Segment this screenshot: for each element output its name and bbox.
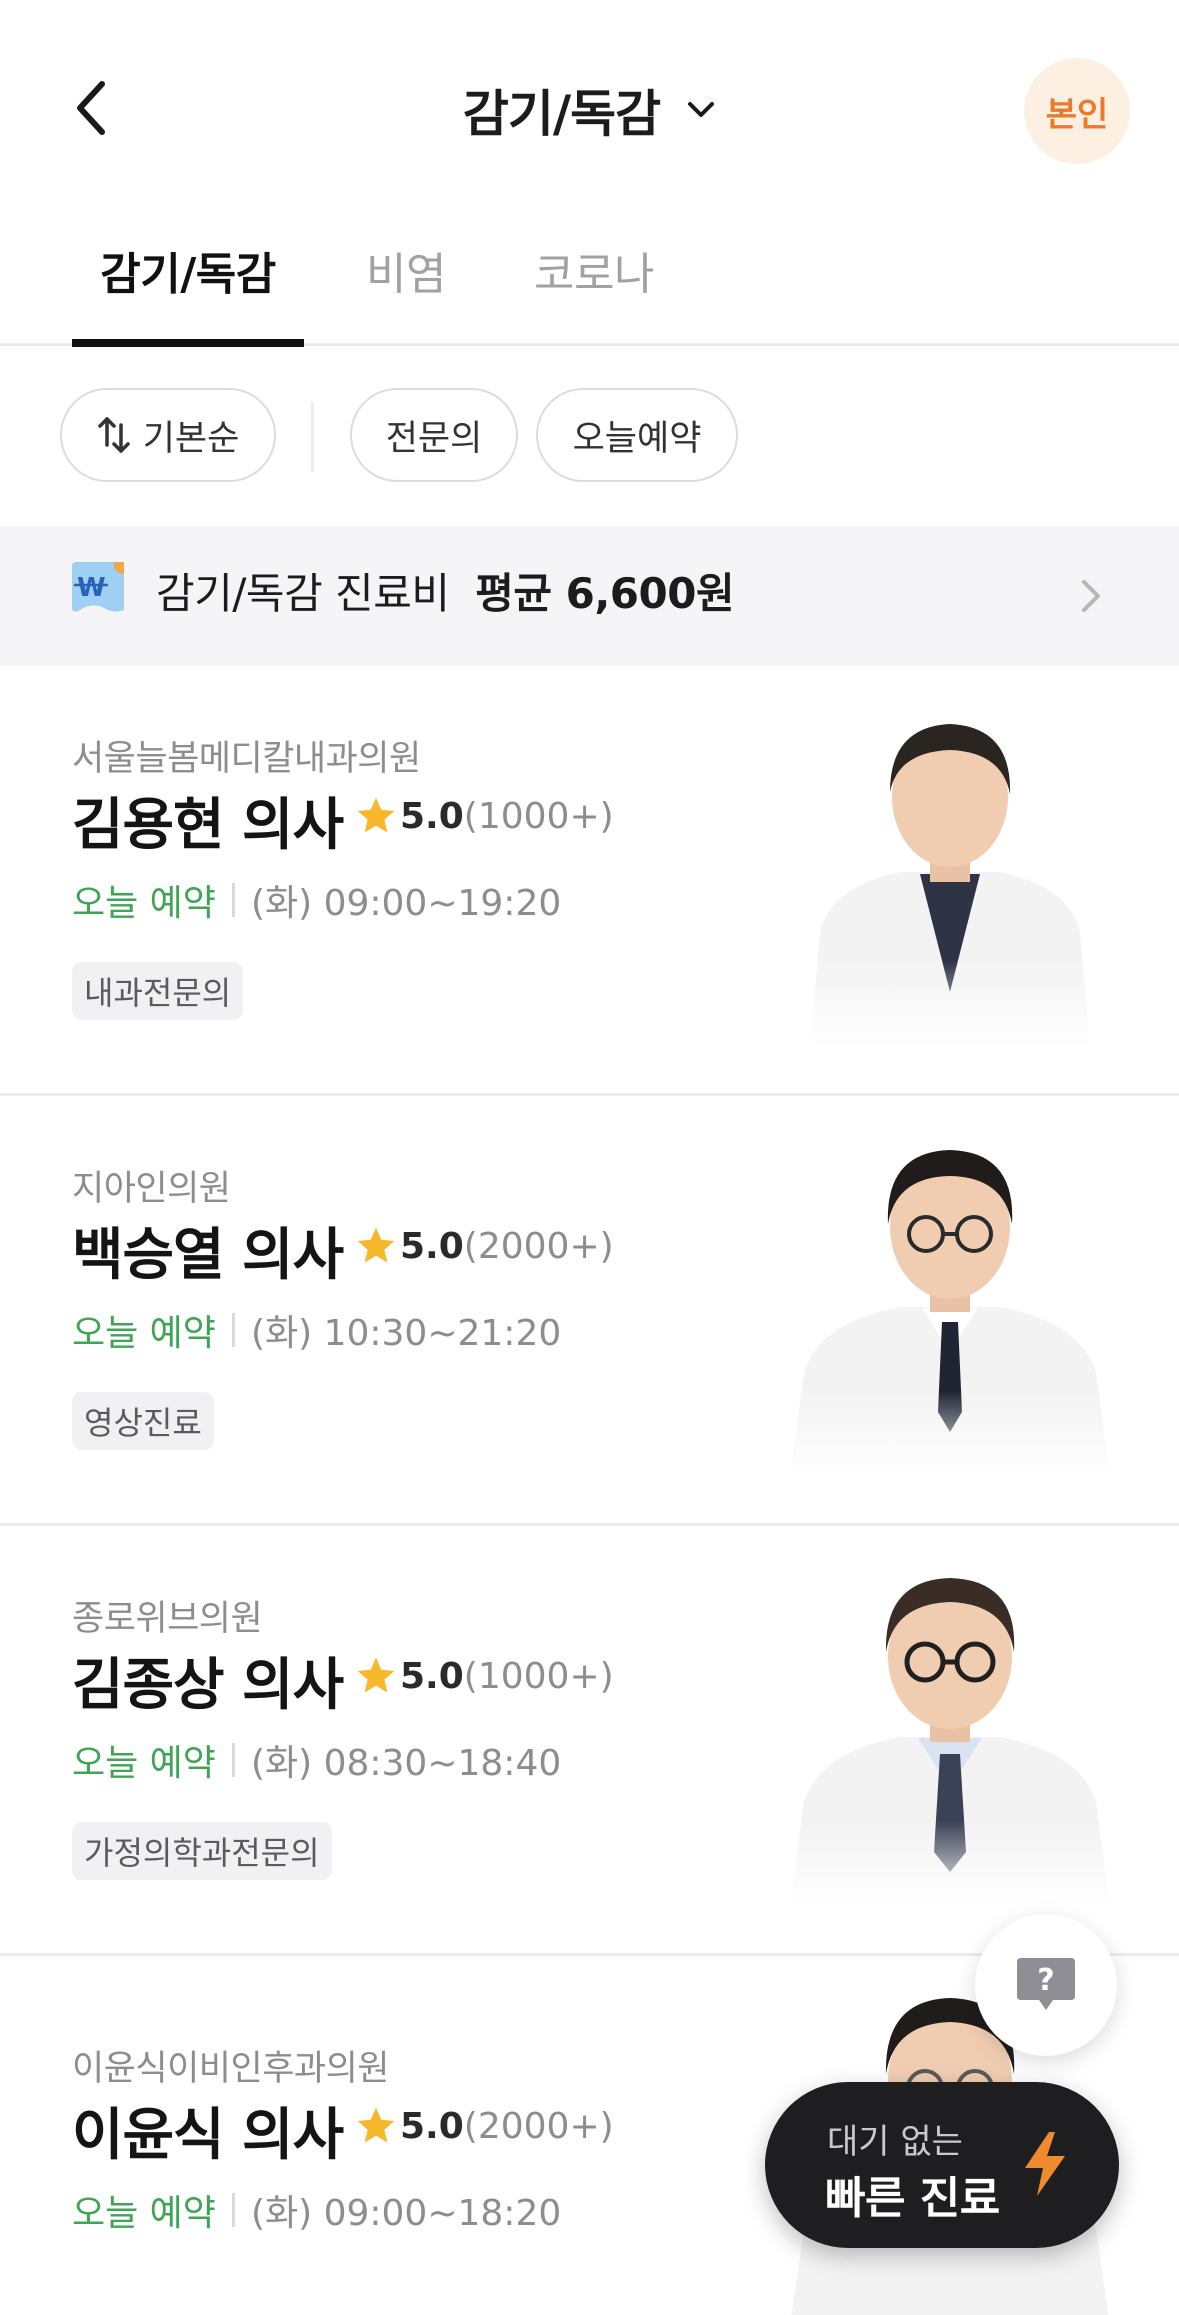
- hours-text: (화) 09:00~18:20: [250, 2193, 562, 2234]
- price-banner[interactable]: W 감기/독감 진료비 평균 6,600원: [0, 526, 1179, 666]
- price-banner-text: 감기/독감 진료비 평균 6,600원: [156, 560, 735, 621]
- svg-text:W: W: [77, 573, 106, 603]
- doctor-name: 김용현 의사: [72, 793, 344, 858]
- today-booking-label: 오늘 예약: [72, 883, 216, 924]
- rating-score: 5.0: [400, 1655, 464, 1697]
- quick-consult-label: 빠른 진료: [825, 2173, 1000, 2224]
- doctor-name: 백승열 의사: [72, 1223, 344, 1288]
- doctor-list-page: 감기/독감 본인 감기/독감 비염 코로나 기본순 전문의 오늘예약 W 감기/…: [0, 0, 1179, 2315]
- availability: 오늘 예약 (화) 09:00~18:20: [72, 2184, 561, 2236]
- rating: 5.0 (2000+): [354, 1224, 614, 1268]
- lightning-icon: [1025, 2132, 1065, 2196]
- doctor-card[interactable]: 지아인의원 백승열 의사 5.0 (2000+) 오늘 예약 (화) 10:30…: [0, 1096, 1179, 1526]
- review-count: (2000+): [463, 1225, 614, 1267]
- star-icon: [357, 1227, 395, 1263]
- review-count: (1000+): [463, 795, 614, 837]
- rating: 5.0 (2000+): [354, 2104, 614, 2148]
- star-icon: [357, 1657, 395, 1693]
- review-count: (2000+): [463, 2105, 614, 2147]
- category-tabs: 감기/독감 비염 코로나: [0, 220, 1179, 347]
- clinic-name: 종로위브의원: [72, 1599, 263, 1639]
- availability-divider: [231, 1313, 235, 1347]
- quick-consult-subtitle: 대기 없는: [827, 2122, 963, 2162]
- quick-consult-button[interactable]: 대기 없는 빠른 진료: [765, 2082, 1119, 2248]
- sort-icon: [97, 417, 130, 453]
- availability: 오늘 예약 (화) 09:00~19:20: [72, 874, 561, 926]
- doctor-card[interactable]: 종로위브의원 김종상 의사 5.0 (1000+) 오늘 예약 (화) 08:3…: [0, 1526, 1179, 1956]
- price-banner-prefix: 감기/독감 진료비: [156, 569, 450, 618]
- tab-rhinitis[interactable]: 비염: [356, 238, 456, 346]
- tab-covid[interactable]: 코로나: [524, 238, 664, 346]
- doctor-name: 이윤식 의사: [72, 2103, 344, 2168]
- today-booking-label: 오늘 예약: [72, 1313, 216, 1354]
- availability: 오늘 예약 (화) 08:30~18:40: [72, 1734, 561, 1786]
- availability-divider: [231, 1743, 235, 1777]
- doctor-name: 김종상 의사: [72, 1653, 344, 1718]
- today-booking-label: 오늘 예약: [72, 1743, 216, 1784]
- filter-chip-today[interactable]: 오늘예약: [536, 388, 738, 482]
- help-icon: ?: [1017, 1958, 1075, 2010]
- availability-divider: [231, 2193, 235, 2227]
- rating-score: 5.0: [400, 1225, 464, 1267]
- header: 감기/독감 본인: [0, 0, 1179, 220]
- doctor-card[interactable]: 서울늘봄메디칼내과의원 김용현 의사 5.0 (1000+) 오늘 예약 (화)…: [0, 666, 1179, 1096]
- doctor-photo: [790, 1132, 1110, 1477]
- review-count: (1000+): [463, 1655, 614, 1697]
- hours-text: (화) 10:30~21:20: [250, 1313, 562, 1354]
- tab-cold-flu[interactable]: 감기/독감: [72, 238, 304, 346]
- today-booking-label: 오늘 예약: [72, 2193, 216, 2234]
- filter-bar: 기본순 전문의 오늘예약: [0, 346, 1179, 526]
- page-title: 감기/독감: [462, 85, 661, 143]
- svg-text:?: ?: [1037, 1963, 1054, 1998]
- rating: 5.0 (1000+): [354, 794, 614, 838]
- price-banner-price: 평균 6,600원: [475, 569, 735, 618]
- category-selector[interactable]: 감기/독감: [0, 78, 1179, 143]
- help-button[interactable]: ?: [975, 1914, 1117, 2056]
- rating-score: 5.0: [400, 795, 464, 837]
- filter-chip-specialist[interactable]: 전문의: [350, 388, 518, 482]
- sort-label: 기본순: [142, 418, 240, 459]
- availability: 오늘 예약 (화) 10:30~21:20: [72, 1304, 561, 1356]
- hours-text: (화) 08:30~18:40: [250, 1743, 562, 1784]
- star-icon: [357, 2107, 395, 2143]
- clinic-name: 서울늘봄메디칼내과의원: [72, 739, 421, 779]
- patient-selector-button[interactable]: 본인: [1024, 58, 1130, 164]
- sort-button[interactable]: 기본순: [60, 388, 276, 482]
- doctor-photo: [790, 702, 1110, 1047]
- chevron-down-icon: [688, 102, 715, 117]
- chevron-right-icon: [1082, 580, 1100, 612]
- doctor-photo: [790, 1562, 1110, 1907]
- hours-text: (화) 09:00~19:20: [250, 883, 562, 924]
- clinic-name: 지아인의원: [72, 1169, 231, 1209]
- clinic-name: 이윤식이비인후과의원: [72, 2049, 390, 2089]
- rating-score: 5.0: [400, 2105, 464, 2147]
- price-icon: W: [72, 562, 124, 612]
- specialty-tag: 영상진료: [72, 1392, 214, 1450]
- filter-divider: [311, 402, 314, 472]
- availability-divider: [231, 883, 235, 917]
- specialty-tag: 가정의학과전문의: [72, 1822, 332, 1880]
- rating: 5.0 (1000+): [354, 1654, 614, 1698]
- star-icon: [357, 797, 395, 833]
- specialty-tag: 내과전문의: [72, 962, 244, 1020]
